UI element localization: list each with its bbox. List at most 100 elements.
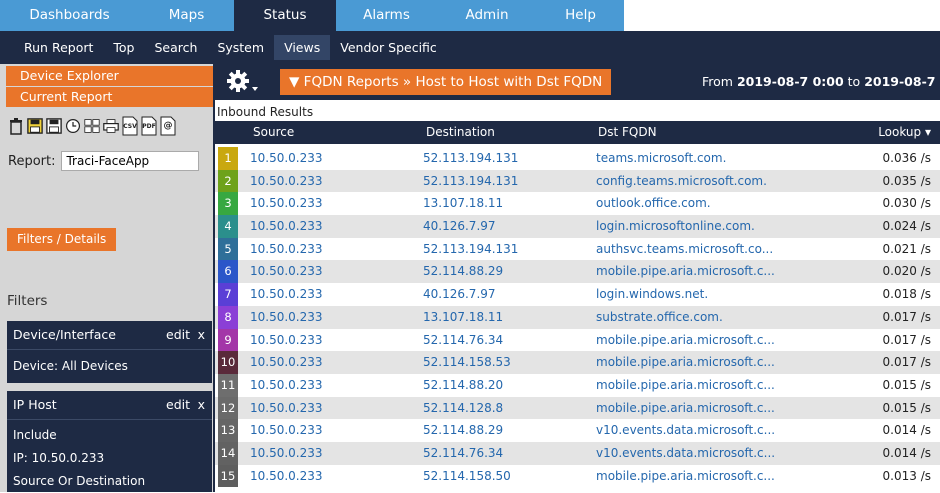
clock-icon[interactable] (65, 116, 81, 136)
csv-icon[interactable]: CSV (122, 116, 138, 136)
filter-line: IP: 10.50.0.233 (13, 451, 105, 465)
current-report-link[interactable]: Current Report (6, 87, 213, 107)
column-header-dst-fqdn[interactable]: Dst FQDN (598, 121, 657, 144)
dst-fqdn-link[interactable]: mobile.pipe.aria.microsoft.c... (596, 329, 775, 352)
filter-ip-host: IP Host edit x Include IP: 10.50.0.233 S… (7, 391, 212, 492)
destination-ip-link[interactable]: 52.114.128.8 (423, 397, 503, 420)
source-ip-link[interactable]: 10.50.0.233 (250, 283, 323, 306)
date-to-label: to (847, 74, 861, 89)
destination-ip-link[interactable]: 52.114.158.53 (423, 351, 511, 374)
tab-status[interactable]: Status (234, 0, 336, 31)
destination-ip-link[interactable]: 13.107.18.11 (423, 306, 503, 329)
source-ip-link[interactable]: 10.50.0.233 (250, 260, 323, 283)
dst-fqdn-link[interactable]: teams.microsoft.com. (596, 147, 726, 170)
filter-title: IP Host (13, 397, 57, 412)
subnav-top[interactable]: Top (103, 35, 144, 60)
report-name-input[interactable] (61, 151, 200, 171)
subnav-views[interactable]: Views (274, 35, 331, 60)
destination-ip-link[interactable]: 52.114.88.20 (423, 374, 503, 397)
dst-fqdn-link[interactable]: outlook.office.com. (596, 192, 711, 215)
print-icon[interactable] (103, 116, 119, 136)
close-icon[interactable]: x (198, 391, 205, 419)
source-ip-link[interactable]: 10.50.0.233 (250, 374, 323, 397)
dst-fqdn-link[interactable]: v10.events.data.microsoft.c... (596, 419, 775, 442)
source-ip-link[interactable]: 10.50.0.233 (250, 306, 323, 329)
date-to-value[interactable]: 2019-08-7 14 (864, 74, 940, 89)
destination-ip-link[interactable]: 52.113.194.131 (423, 170, 518, 193)
filter-title: Device/Interface (13, 327, 116, 342)
dst-fqdn-link[interactable]: config.teams.microsoft.com. (596, 170, 767, 193)
row-rank-badge: 4 (218, 215, 238, 238)
source-ip-link[interactable]: 10.50.0.233 (250, 397, 323, 420)
source-ip-link[interactable]: 10.50.0.233 (250, 238, 323, 261)
trash-icon[interactable] (8, 116, 24, 136)
filter-edit-link[interactable]: edit (166, 391, 190, 419)
lookup-rate: 0.036 /s (882, 151, 931, 165)
source-ip-link[interactable]: 10.50.0.233 (250, 329, 323, 352)
row-rank-badge: 12 (218, 396, 238, 420)
dst-fqdn-link[interactable]: substrate.office.com. (596, 306, 723, 329)
source-ip-link[interactable]: 10.50.0.233 (250, 465, 323, 488)
tab-maps[interactable]: Maps (139, 0, 234, 31)
dst-fqdn-link[interactable]: mobile.pipe.aria.microsoft.c... (596, 374, 775, 397)
destination-ip-link[interactable]: 52.114.158.50 (423, 465, 511, 488)
source-ip-link[interactable]: 10.50.0.233 (250, 147, 323, 170)
date-from-value[interactable]: 2019-08-7 0:00 (737, 74, 844, 89)
row-rank-badge: 15 (218, 464, 238, 488)
tab-dashboards[interactable]: Dashboards (0, 0, 139, 31)
table-row: 11 10.50.0.233 52.114.88.20 mobile.pipe.ari… (215, 373, 940, 397)
dst-fqdn-link[interactable]: v10.events.data.microsoft.c... (596, 442, 775, 465)
source-ip-link[interactable]: 10.50.0.233 (250, 351, 323, 374)
lookup-rate: 0.017 /s (882, 355, 931, 370)
source-ip-link[interactable]: 10.50.0.233 (250, 442, 323, 465)
dst-fqdn-link[interactable]: login.windows.net. (596, 283, 708, 306)
email-icon[interactable]: @ (160, 116, 176, 136)
tab-alarms[interactable]: Alarms (336, 0, 437, 31)
table-row: 6 10.50.0.233 52.114.88.29 mobile.pipe.aria… (215, 260, 940, 284)
dst-fqdn-link[interactable]: authsvc.teams.microsoft.co... (596, 238, 773, 261)
destination-ip-link[interactable]: 40.126.7.97 (423, 283, 496, 306)
report-type-dropdown[interactable]: ▼ FQDN Reports » Host to Host with Dst F… (280, 69, 612, 95)
filter-edit-link[interactable]: edit (166, 321, 190, 349)
device-explorer-link[interactable]: Device Explorer (6, 66, 213, 86)
subnav-system[interactable]: System (207, 35, 274, 60)
tab-help[interactable]: Help (537, 0, 624, 31)
filter-device-interface: Device/Interface edit x Device: All Devi… (7, 321, 212, 383)
subnav-run-report[interactable]: Run Report (14, 35, 103, 60)
lookup-rate: 0.014 /s (882, 445, 931, 460)
destination-ip-link[interactable]: 52.114.88.29 (423, 419, 503, 442)
subnav-search[interactable]: Search (144, 35, 207, 60)
tab-admin[interactable]: Admin (437, 0, 537, 31)
table-row: 3 10.50.0.233 13.107.18.11 outlook.office.c… (215, 192, 940, 216)
destination-ip-link[interactable]: 13.107.18.11 (423, 192, 503, 215)
column-header-lookup[interactable]: Lookup ▾ (878, 121, 931, 144)
destination-ip-link[interactable]: 52.114.88.29 (423, 260, 503, 283)
destination-ip-link[interactable]: 40.126.7.97 (423, 215, 496, 238)
row-rank-badge: 5 (218, 237, 238, 261)
subnav-vendor-specific[interactable]: Vendor Specific (330, 35, 447, 60)
pdf-icon[interactable]: PDF (141, 116, 157, 136)
row-rank-badge: 6 (218, 260, 238, 284)
save-icon[interactable] (27, 116, 43, 136)
save-as-icon[interactable] (46, 116, 62, 136)
destination-ip-link[interactable]: 52.113.194.131 (423, 238, 518, 261)
dst-fqdn-link[interactable]: mobile.pipe.aria.microsoft.c... (596, 465, 775, 488)
layout-icon[interactable] (84, 116, 100, 136)
source-ip-link[interactable]: 10.50.0.233 (250, 192, 323, 215)
destination-ip-link[interactable]: 52.113.194.131 (423, 147, 518, 170)
close-icon[interactable]: x (198, 321, 205, 349)
column-header-destination[interactable]: Destination (426, 121, 495, 144)
source-ip-link[interactable]: 10.50.0.233 (250, 215, 323, 238)
filters-details-button[interactable]: Filters / Details (7, 228, 117, 251)
dst-fqdn-link[interactable]: mobile.pipe.aria.microsoft.c... (596, 260, 775, 283)
gear-icon[interactable] (225, 68, 265, 96)
destination-ip-link[interactable]: 52.114.76.34 (423, 442, 503, 465)
dst-fqdn-link[interactable]: mobile.pipe.aria.microsoft.c... (596, 351, 775, 374)
source-ip-link[interactable]: 10.50.0.233 (250, 170, 323, 193)
source-ip-link[interactable]: 10.50.0.233 (250, 419, 323, 442)
dst-fqdn-link[interactable]: login.microsoftonline.com. (596, 215, 755, 238)
column-header-source[interactable]: Source (253, 121, 294, 144)
lookup-rate: 0.017 /s (882, 309, 931, 324)
destination-ip-link[interactable]: 52.114.76.34 (423, 329, 503, 352)
dst-fqdn-link[interactable]: mobile.pipe.aria.microsoft.c... (596, 397, 775, 420)
